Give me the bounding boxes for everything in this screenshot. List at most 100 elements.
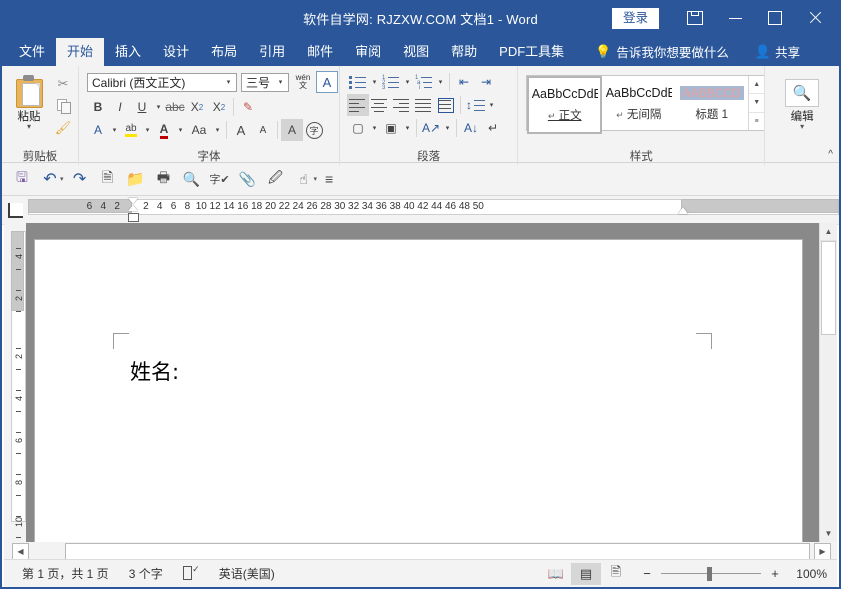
right-indent-marker[interactable] [678,207,688,214]
new-document-icon[interactable]: 🗎 [94,166,122,192]
horizontal-scrollbar[interactable]: ◀ ▶ [4,542,837,560]
line-spacing-icon[interactable]: ↕ [464,94,486,116]
align-center-button[interactable] [369,94,391,116]
bullets-caret-icon[interactable]: ▾ [369,78,380,86]
borders-icon[interactable]: ▣ [380,117,402,139]
zoom-out-button[interactable]: − [639,566,655,581]
zoom-in-button[interactable]: + [767,566,783,581]
tab-stop-selector[interactable] [2,196,28,224]
numbering-icon[interactable]: 123 [380,71,402,93]
maximize-icon[interactable] [755,3,795,33]
share-button[interactable]: 👤 共享 [751,37,808,66]
cut-icon[interactable]: ✂ [52,73,74,95]
scroll-right-icon[interactable]: ▶ [814,543,831,560]
zoom-slider[interactable] [661,573,761,574]
horizontal-scroll-thumb[interactable] [65,543,810,560]
tab-insert[interactable]: 插入 [104,38,152,66]
save-icon[interactable]: 🖫 [8,166,36,192]
ruler-scale[interactable]: 6422468101214161820222426283032343638404… [28,196,839,224]
minimize-icon[interactable] [715,3,755,33]
distribute-button[interactable] [435,94,457,116]
ribbon-display-options-icon[interactable] [675,3,715,33]
styles-scroll-down-icon[interactable]: ▼ [749,93,764,111]
superscript-button[interactable]: X2 [208,96,230,118]
change-case-button[interactable]: Aa [186,119,212,141]
tab-help[interactable]: 帮助 [440,38,488,66]
increase-indent-icon[interactable]: ⇥ [475,71,497,93]
shading-icon[interactable]: ▢ [347,117,369,139]
tab-references[interactable]: 引用 [248,38,296,66]
font-name-caret-icon[interactable]: ▾ [223,78,234,86]
quick-print-icon[interactable]: 🖶 [150,166,178,192]
align-left-button[interactable] [347,94,369,116]
show-marks-icon[interactable]: ↵ [482,117,504,139]
vertical-scroll-thumb[interactable] [821,241,836,335]
style-item-heading1[interactable]: AABBCCD 标题 1 [675,76,748,132]
subscript-button[interactable]: X2 [186,96,208,118]
font-size-input[interactable]: 三号 ▾ [241,73,289,92]
language-indicator[interactable]: 英语(美国) [209,565,285,582]
tab-design[interactable]: 设计 [152,38,200,66]
enclose-character-icon[interactable]: 字 [303,119,325,141]
grow-font-icon[interactable]: A [230,119,252,141]
change-case-caret-icon[interactable]: ▾ [212,126,223,134]
text-highlight-button[interactable]: ab [120,119,142,141]
bullets-icon[interactable] [347,71,369,93]
zoom-level[interactable]: 100% [793,567,827,581]
scroll-up-icon[interactable]: ▲ [820,223,837,241]
character-border-icon[interactable]: A [316,71,338,93]
tab-home[interactable]: 开始 [56,38,104,66]
font-color-caret-icon[interactable]: ▾ [175,126,186,134]
font-size-caret-icon[interactable]: ▾ [275,78,286,86]
shrink-font-icon[interactable]: A [252,119,274,141]
format-painter-icon[interactable]: 🖌 [52,117,74,139]
spelling-check-icon[interactable]: 字✔ [206,166,234,192]
character-shading-icon[interactable]: A [281,119,303,141]
style-item-no-spacing[interactable]: AaBbCcDdE ↵ 无间隔 [602,76,675,132]
customize-toolbar-icon[interactable]: ≡ [319,166,339,192]
document-page[interactable]: 姓名: [34,239,803,542]
open-folder-icon[interactable]: 📁 [122,166,150,192]
line-spacing-caret-icon[interactable]: ▾ [486,101,497,109]
shading-caret-icon[interactable]: ▾ [369,124,380,132]
attach-file-icon[interactable]: 📎 [234,166,262,192]
bold-button[interactable]: B [87,96,109,118]
page-count[interactable]: 第 1 页，共 1 页 [12,565,119,582]
proofing-errors-icon[interactable] [173,566,209,582]
sort-icon[interactable]: A↓ [460,117,482,139]
numbering-caret-icon[interactable]: ▾ [402,78,413,86]
borders-caret-icon[interactable]: ▾ [402,124,413,132]
styles-scroll-up-icon[interactable]: ▲ [749,76,764,93]
scroll-down-icon[interactable]: ▼ [820,525,837,542]
undo-caret-icon[interactable]: ▾ [60,175,64,183]
tab-file[interactable]: 文件 [8,38,56,66]
tab-pdf-tools[interactable]: PDF工具集 [488,38,575,66]
text-effects-button[interactable]: A [87,119,109,141]
collapse-ribbon-icon[interactable]: ^ [828,149,833,160]
redo-icon[interactable]: ↷ [66,166,94,192]
font-color-button[interactable]: A [153,119,175,141]
style-item-normal[interactable]: AaBbCcDdE ↵ 正文 [527,76,602,134]
document-text[interactable]: 姓名: [130,356,179,386]
justify-button[interactable] [413,94,435,116]
font-name-input[interactable]: Calibri (西文正文) ▾ [87,73,237,92]
word-count[interactable]: 3 个字 [119,565,173,582]
tab-review[interactable]: 审阅 [344,38,392,66]
styles-more-icon[interactable]: ≡ [749,112,764,130]
copy-icon[interactable] [52,95,74,117]
print-layout-view-button[interactable]: ▤ [571,563,601,585]
align-right-button[interactable] [391,94,413,116]
highlight-caret-icon[interactable]: ▾ [142,126,153,134]
paste-caret-icon[interactable]: ▾ [27,124,31,130]
login-button[interactable]: 登录 [612,8,659,29]
asian-layout-caret-icon[interactable]: ▾ [442,124,453,132]
tab-mailings[interactable]: 邮件 [296,38,344,66]
web-layout-view-button[interactable]: 🖹 [601,563,631,585]
left-indent-marker[interactable] [128,213,139,222]
text-effects-caret-icon[interactable]: ▾ [109,126,120,134]
italic-button[interactable]: I [109,96,131,118]
underline-caret-icon[interactable]: ▾ [153,103,164,111]
vertical-scrollbar[interactable]: ▲ ▼ [819,223,837,542]
close-icon[interactable] [795,3,835,33]
phonetic-guide-icon[interactable]: wén文 [293,72,313,92]
